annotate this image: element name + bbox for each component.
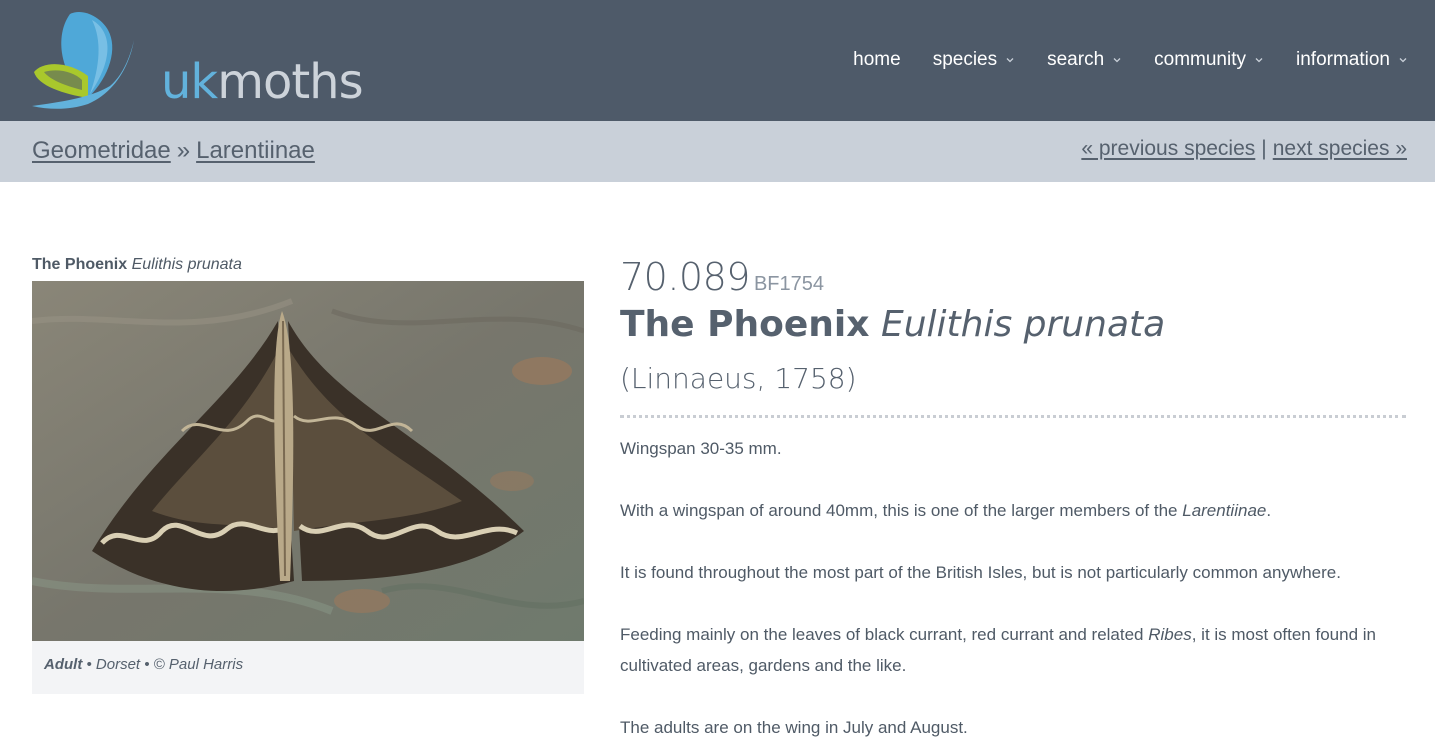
italic-taxon: Larentiinae — [1182, 501, 1267, 520]
species-authority: (Linnaeus, 1758) — [620, 362, 857, 395]
text-span: Feeding mainly on the leaves of black cu… — [620, 625, 1149, 644]
species-code-line: 70.089 BF1754 — [620, 255, 1406, 299]
photo-stage: Adult — [44, 656, 83, 673]
description-paragraph: Wingspan 30-35 mm. — [620, 439, 782, 458]
breadcrumb-family-link[interactable]: Geometridae — [32, 137, 171, 164]
nav-species[interactable]: species — [933, 44, 1015, 76]
moth-photo[interactable] — [32, 281, 584, 641]
description-paragraph: With a wingspan of around 40mm, this is … — [620, 495, 1406, 526]
photo-credit: Adult • Dorset • © Paul Harris — [32, 641, 584, 694]
breadcrumb-bar: Geometridae» Larentiinae « previous speci… — [0, 121, 1435, 182]
nav-home-label: home — [853, 49, 901, 70]
pager-divider: | — [1261, 137, 1267, 160]
next-species-link[interactable]: next species » — [1273, 137, 1407, 160]
breadcrumb-subfamily-link[interactable]: Larentiinae — [196, 137, 315, 164]
chevron-down-icon — [1255, 58, 1263, 63]
butterfly-logo-icon — [32, 11, 134, 109]
description-paragraph: The adults are on the wing in July and A… — [620, 718, 968, 737]
nav-information-label: information — [1296, 49, 1390, 70]
text-span: . — [1266, 501, 1272, 520]
nav-community[interactable]: community — [1154, 44, 1264, 76]
site-logo[interactable]: ukmoths — [30, 6, 364, 112]
breadcrumb-separator: » — [176, 137, 191, 164]
photo-credit-text: • Dorset • © Paul Harris — [82, 656, 244, 673]
nav-community-label: community — [1154, 49, 1246, 70]
previous-species-link[interactable]: « previous species — [1081, 137, 1255, 160]
photo-latin-name: Eulithis prunata — [131, 256, 242, 273]
moth-image — [32, 281, 584, 641]
nav-search[interactable]: search — [1047, 44, 1122, 76]
nav-species-label: species — [932, 49, 998, 70]
photo-title: The Phoenix Eulithis prunata — [32, 254, 242, 276]
page-title: The Phoenix Eulithis prunata — [620, 303, 1406, 347]
chevron-down-icon — [1399, 58, 1407, 63]
site-header: ukmoths home species search community in… — [0, 0, 1435, 121]
nav-search-label: search — [1047, 49, 1105, 70]
photo-common-name: The Phoenix — [32, 256, 128, 273]
description-paragraph: It is found throughout the most part of … — [620, 563, 1341, 582]
italic-taxon: Ribes — [1148, 625, 1192, 644]
main-nav: home species search community informatio… — [853, 44, 1408, 76]
logo-wordmark: ukmoths — [161, 52, 364, 112]
species-code: 70.089 — [620, 255, 750, 299]
species-common-name: The Phoenix — [620, 304, 870, 345]
text-span: With a wingspan of around 40mm, this is … — [620, 501, 1183, 520]
logo-uk: uk — [161, 54, 218, 110]
nav-information[interactable]: information — [1296, 44, 1408, 76]
species-latin-name: Eulithis prunata — [880, 304, 1166, 345]
bradley-fletcher-code: BF1754 — [753, 273, 825, 295]
chevron-down-icon — [1006, 58, 1014, 63]
logo-moths: moths — [217, 54, 363, 110]
description-paragraph: Feeding mainly on the leaves of black cu… — [620, 619, 1406, 681]
nav-home[interactable]: home — [853, 44, 901, 76]
species-details: 70.089 BF1754 The Phoenix Eulithis prunat… — [620, 255, 1406, 743]
species-pager: « previous species | next species » — [1081, 134, 1407, 164]
dotted-divider — [620, 415, 1406, 418]
breadcrumb: Geometridae» Larentiinae — [32, 135, 315, 167]
chevron-down-icon — [1113, 58, 1121, 63]
